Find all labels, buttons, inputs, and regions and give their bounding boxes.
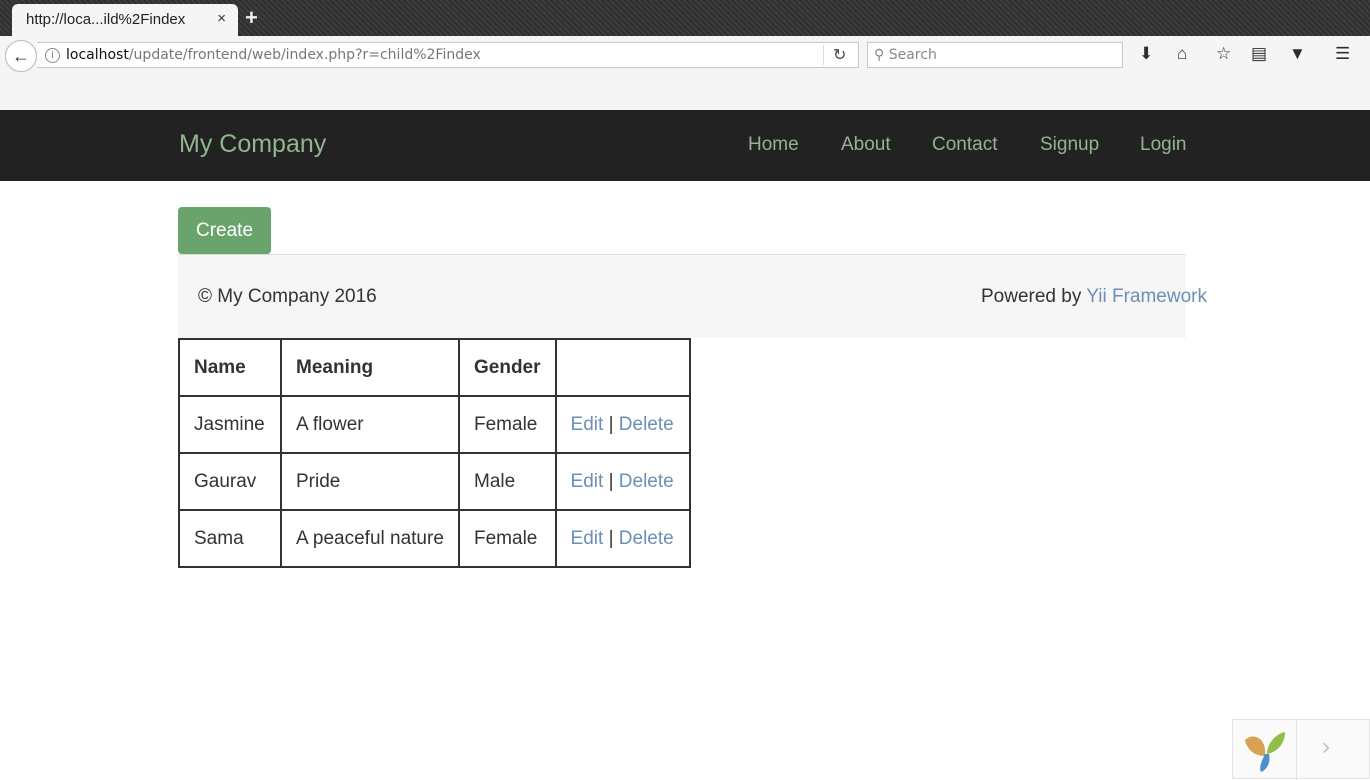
tab-title: http://loca...ild%2Findex <box>26 11 186 28</box>
browser-toolbar: ← i localhost/update/frontend/web/index.p… <box>0 36 1370 110</box>
home-icon[interactable]: ⌂ <box>1177 44 1187 64</box>
header-actions <box>554 338 691 397</box>
menu-icon[interactable]: ☰ <box>1335 44 1350 64</box>
table-row: Gaurav Pride Male Edit | Delete <box>178 452 691 511</box>
search-icon: ⚲ <box>874 47 885 63</box>
chevron-right-icon[interactable]: › <box>1322 733 1330 761</box>
yii-debug-widget[interactable]: › <box>1232 719 1370 780</box>
yii-framework-link[interactable]: Yii Framework <box>1086 286 1207 307</box>
cell-name: Jasmine <box>178 395 282 454</box>
children-table: Name Meaning Gender Jasmine A flower Fem… <box>178 338 691 568</box>
cell-gender: Female <box>458 395 557 454</box>
info-icon[interactable]: i <box>45 48 60 63</box>
table-header-row: Name Meaning Gender <box>178 338 691 397</box>
cell-name: Sama <box>178 509 282 568</box>
delete-link[interactable]: Delete <box>619 414 674 435</box>
url-path: /update/frontend/web/index.php?r=child%2… <box>128 47 481 63</box>
address-bar[interactable]: i localhost/update/frontend/web/index.php… <box>37 42 859 68</box>
cell-meaning: A peaceful nature <box>280 509 460 568</box>
site-navbar: My Company Home About Contact Signup Log… <box>0 110 1370 181</box>
table-row: Sama A peaceful nature Female Edit | Del… <box>178 509 691 568</box>
cell-name: Gaurav <box>178 452 282 511</box>
copyright-text: © My Company 2016 <box>198 286 377 307</box>
delete-link[interactable]: Delete <box>619 528 674 549</box>
cell-gender: Female <box>458 509 557 568</box>
reload-icon[interactable]: ↻ <box>833 45 846 64</box>
action-separator: | <box>608 527 614 549</box>
delete-link[interactable]: Delete <box>619 471 674 492</box>
new-tab-button[interactable]: + <box>245 5 258 31</box>
download-icon[interactable]: ⬇ <box>1139 44 1153 64</box>
cell-actions: Edit | Delete <box>554 509 691 568</box>
nav-contact[interactable]: Contact <box>932 134 997 156</box>
cell-gender: Male <box>458 452 557 511</box>
cell-meaning: A flower <box>280 395 460 454</box>
browser-tab[interactable]: http://loca...ild%2Findex × <box>12 4 238 36</box>
reading-list-icon[interactable]: ▤ <box>1251 44 1267 64</box>
edit-link[interactable]: Edit <box>571 414 604 435</box>
nav-home[interactable]: Home <box>748 134 799 156</box>
header-name: Name <box>178 338 282 397</box>
search-placeholder: Search <box>888 47 937 63</box>
tab-close-icon[interactable]: × <box>217 10 226 27</box>
cell-meaning: Pride <box>280 452 460 511</box>
edit-link[interactable]: Edit <box>571 528 604 549</box>
action-separator: | <box>608 413 614 435</box>
search-input[interactable]: ⚲ Search <box>867 42 1123 68</box>
cell-actions: Edit | Delete <box>554 452 691 511</box>
widget-divider <box>1296 720 1297 780</box>
header-gender: Gender <box>458 338 557 397</box>
nav-signup[interactable]: Signup <box>1040 134 1099 156</box>
url-divider <box>823 45 824 65</box>
brand-link[interactable]: My Company <box>179 130 326 159</box>
nav-login[interactable]: Login <box>1140 134 1187 156</box>
powered-by-text: Powered by <box>981 286 1082 307</box>
powered-by: Powered by Yii Framework <box>981 286 1207 308</box>
browser-tab-strip: http://loca...ild%2Findex × + <box>0 0 1370 36</box>
header-meaning: Meaning <box>280 338 460 397</box>
create-button[interactable]: Create <box>178 207 271 254</box>
star-icon[interactable]: ☆ <box>1216 44 1231 64</box>
table-row: Jasmine A flower Female Edit | Delete <box>178 395 691 454</box>
nav-about[interactable]: About <box>841 134 891 156</box>
url-host: localhost <box>66 47 129 63</box>
edit-link[interactable]: Edit <box>571 471 604 492</box>
cell-actions: Edit | Delete <box>554 395 691 454</box>
pocket-icon[interactable]: ▼ <box>1289 44 1306 64</box>
yii-logo-icon[interactable] <box>1241 728 1289 774</box>
action-separator: | <box>608 470 614 492</box>
back-arrow-icon[interactable]: ← <box>5 40 37 72</box>
